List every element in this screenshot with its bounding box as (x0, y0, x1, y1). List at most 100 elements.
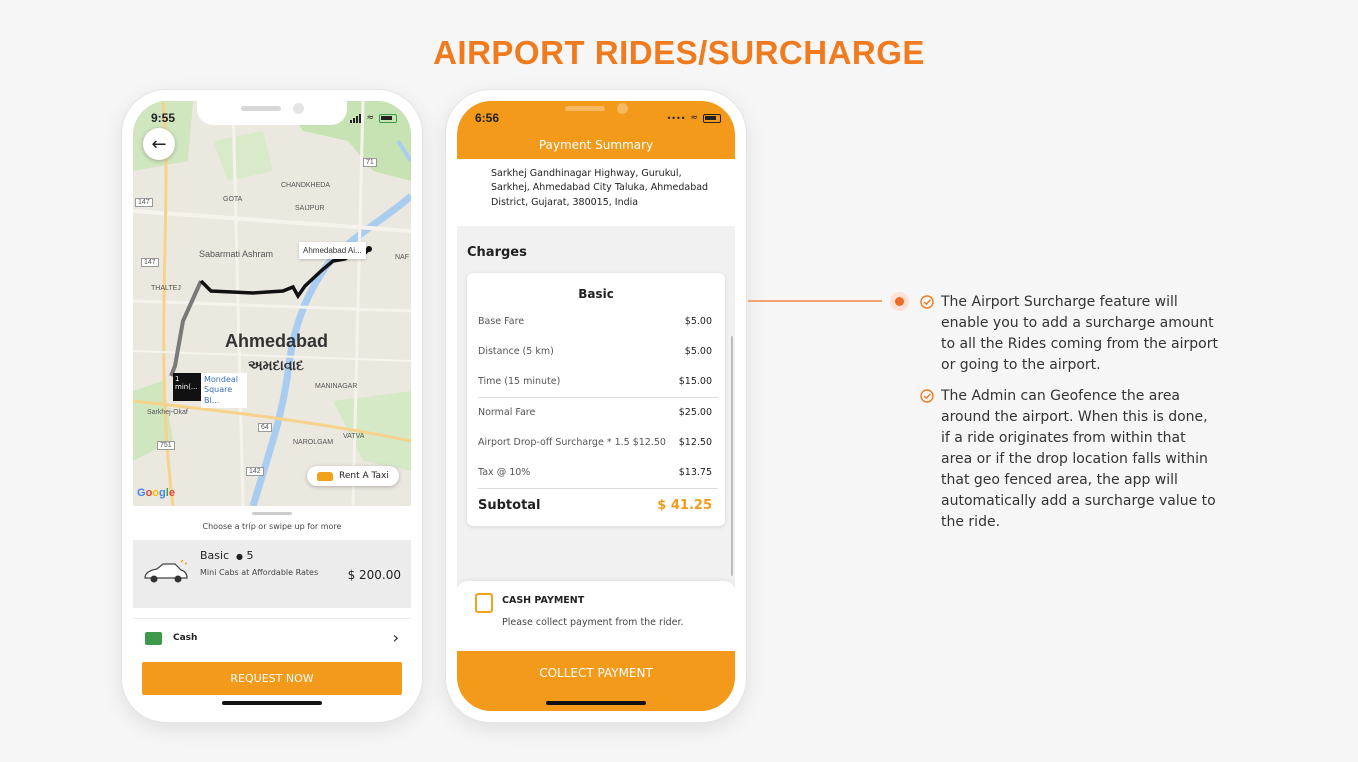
charge-value: $12.50 (678, 437, 712, 448)
person-icon: ● (236, 552, 243, 561)
notch (197, 101, 347, 125)
check-circle-icon (920, 389, 934, 403)
status-icons: •••• ≈ (667, 113, 721, 123)
home-indicator (546, 701, 646, 705)
road-number: 751 (157, 441, 175, 450)
car-icon (144, 560, 188, 583)
chevron-right-icon: › (392, 628, 399, 647)
page-title: AIRPORT RIDES/SURCHARGE (433, 34, 925, 71)
subtotal-value: $ 41.25 (657, 498, 712, 513)
cash-payment-title: CASH PAYMENT (502, 595, 585, 606)
booking-screen: GOTA CHANDKHEDA SAIJPUR Sabarmati Ashram… (133, 101, 411, 711)
charges-title: Charges (467, 245, 527, 260)
ride-name: Basic (200, 549, 230, 562)
cash-payment-note: Please collect payment from the rider. (502, 617, 684, 628)
map-label: SAIJPUR (295, 205, 325, 212)
vehicle-type-title: Basic (578, 287, 614, 301)
charge-row-surcharge: Airport Drop-off Surcharge * 1.5 $12.50 … (478, 437, 712, 451)
scrollbar[interactable] (731, 336, 733, 576)
map-label: Sabarmati Ashram (199, 249, 274, 259)
divider (478, 488, 718, 489)
charge-label: Base Fare (478, 316, 525, 327)
charge-label: Tax @ 10% (478, 467, 531, 478)
sheet-handle[interactable] (252, 512, 292, 515)
phone-payment: Payment Summary 6:56 •••• ≈ Sarkhej Gand… (446, 90, 746, 722)
bottom-sheet[interactable]: Choose a trip or swipe up for more Basic… (133, 506, 411, 711)
pickup-address: Sarkhej Gandhinagar Highway, Gurukul, Sa… (491, 168, 709, 208)
signal-icon: •••• (666, 113, 686, 123)
notch (521, 101, 671, 125)
ride-option-basic[interactable]: Basic ● 5 Mini Cabs at Affordable Rates … (133, 540, 411, 608)
feature-text: The Admin can Geofence the area around t… (941, 388, 1216, 530)
seat-count: 5 (246, 549, 254, 562)
phone-booking: GOTA CHANDKHEDA SAIJPUR Sabarmati Ashram… (122, 90, 422, 722)
feature-text: The Airport Surcharge feature will enabl… (941, 294, 1218, 373)
home-indicator (222, 701, 322, 705)
charges-card: Basic Base Fare $5.00 Distance (5 km) $5… (467, 273, 725, 526)
payment-method-label: Cash (173, 633, 198, 643)
city-label-gujarati: અમદાવાદ (248, 357, 304, 373)
airport-callout[interactable]: Ahmedabad Ai... (299, 242, 366, 259)
pickup-label[interactable]: Mondeal Square Bl... (201, 373, 247, 409)
map-label: MANINAGAR (315, 383, 358, 390)
status-time: 6:56 (475, 111, 500, 125)
charge-row: Base Fare $5.00 (478, 316, 712, 330)
status-time: 9:55 (151, 111, 176, 125)
charge-value: $5.00 (684, 316, 712, 327)
map-label: NAF (395, 254, 409, 261)
connector-line (748, 300, 882, 302)
destination-marker (366, 246, 372, 252)
charge-label: Normal Fare (478, 407, 536, 418)
road-number: 147 (141, 258, 159, 267)
check-circle-icon (920, 295, 934, 309)
sheet-hint: Choose a trip or swipe up for more (202, 522, 342, 531)
ride-price: $ 200.00 (347, 568, 401, 582)
road-number: 64 (258, 423, 272, 432)
payment-screen: Payment Summary 6:56 •••• ≈ Sarkhej Gand… (457, 101, 735, 711)
rent-taxi-button[interactable]: Rent A Taxi (307, 466, 399, 486)
charge-value: $25.00 (678, 407, 712, 418)
back-arrow-icon[interactable]: ← (143, 128, 175, 160)
charge-row: Distance (5 km) $5.00 (478, 346, 712, 360)
charge-value: $5.00 (684, 346, 712, 357)
subtotal-label: Subtotal (478, 498, 541, 513)
charge-value: $15.00 (678, 376, 712, 387)
signal-icon (350, 113, 362, 123)
payment-method-row[interactable]: Cash › (133, 618, 411, 658)
battery-icon (379, 113, 397, 123)
map-label: THALTEJ (151, 285, 181, 292)
charge-label: Distance (5 km) (478, 346, 554, 357)
map-view[interactable]: GOTA CHANDKHEDA SAIJPUR Sabarmati Ashram… (133, 101, 411, 506)
road-number: 71 (363, 158, 377, 167)
eta-box: 1 min(... (173, 373, 201, 401)
map-label: NAROLGAM (293, 439, 334, 446)
feature-item: The Airport Surcharge feature will enabl… (920, 292, 1220, 376)
status-icons: ≈ (350, 113, 397, 123)
divider (478, 397, 718, 398)
rent-taxi-label: Rent A Taxi (339, 471, 389, 481)
taxi-icon (317, 471, 333, 481)
feature-item: The Admin can Geofence the area around t… (920, 386, 1220, 533)
battery-icon (703, 113, 721, 123)
connector-dot (890, 292, 909, 311)
wifi-icon: ≈ (366, 113, 374, 123)
cash-payment-card: CASH PAYMENT Please collect payment from… (457, 581, 735, 651)
wifi-icon: ≈ (690, 113, 698, 123)
map-label: CHANDKHEDA (281, 182, 331, 189)
charge-label: Airport Drop-off Surcharge * 1.5 $12.50 (478, 437, 666, 448)
ride-seats: ● 5 (236, 549, 253, 562)
cash-icon (145, 632, 162, 645)
map-label: VATVA (343, 433, 365, 440)
charge-row: Normal Fare $25.00 (478, 407, 712, 421)
road-number: 147 (135, 198, 153, 207)
request-now-button[interactable]: REQUEST NOW (142, 662, 402, 695)
map-label: GOTA (223, 196, 243, 203)
ride-description: Mini Cabs at Affordable Rates (200, 568, 319, 577)
city-label: Ahmedabad (225, 331, 329, 351)
road-number: 142 (246, 467, 264, 476)
charge-row: Tax @ 10% $13.75 (478, 467, 712, 481)
cash-payment-icon (475, 593, 493, 613)
charge-row: Time (15 minute) $15.00 (478, 376, 712, 390)
charge-label: Time (15 minute) (478, 376, 561, 387)
charge-value: $13.75 (678, 467, 712, 478)
